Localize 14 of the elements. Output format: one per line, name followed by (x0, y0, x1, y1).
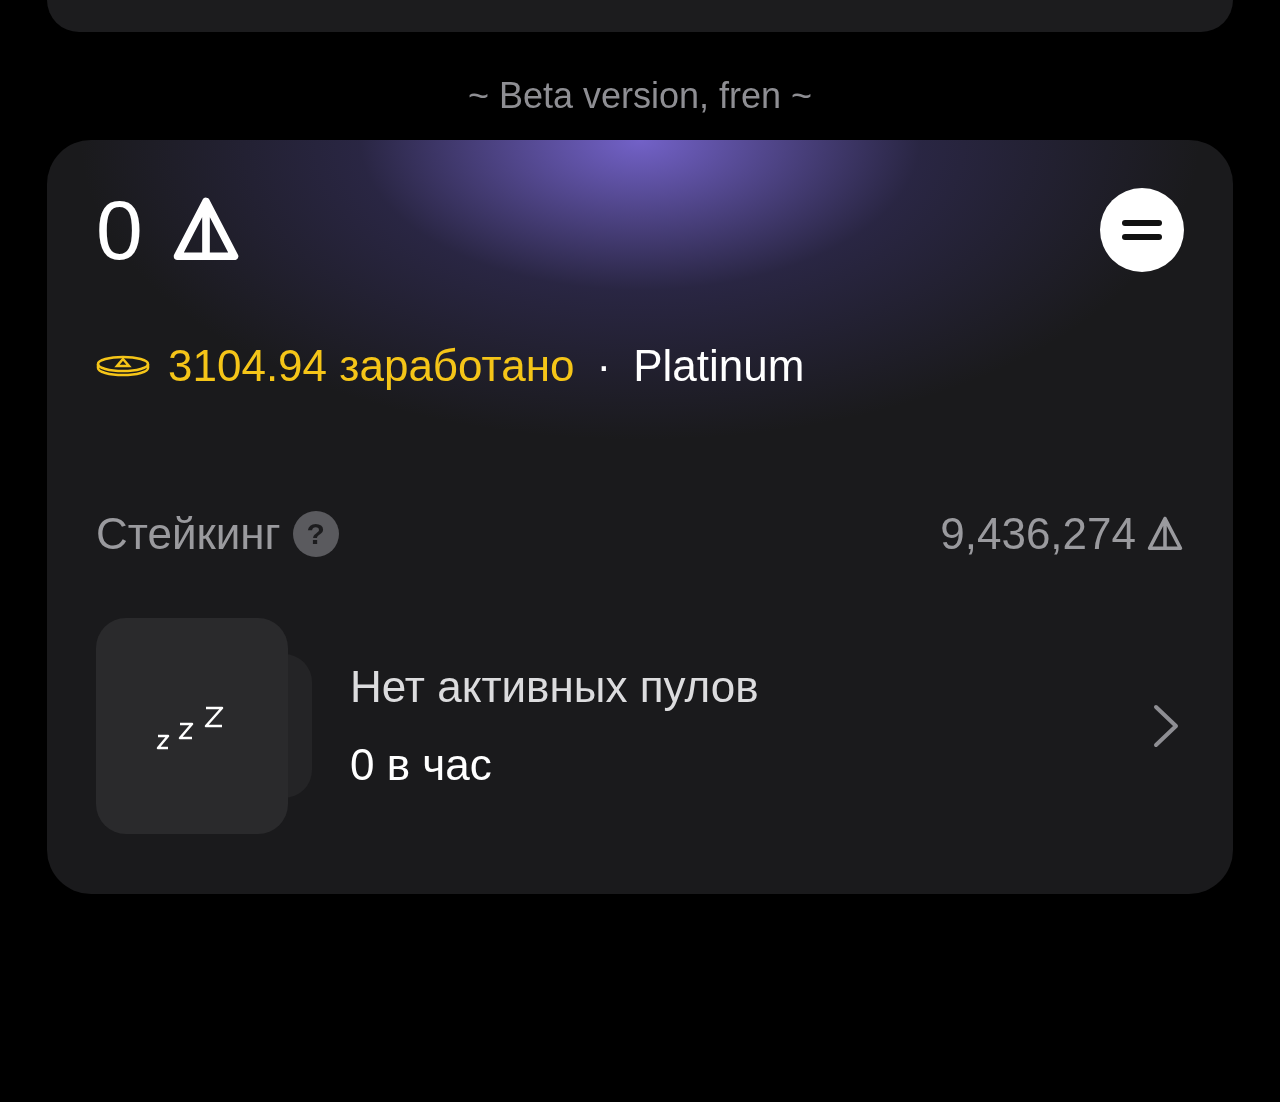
staking-total: 9,436,274 (940, 508, 1136, 560)
balance-amount: 0 (96, 185, 143, 275)
menu-icon (1122, 218, 1162, 242)
token-icon (1146, 515, 1184, 553)
earned-amount: 3104.94 заработано (168, 340, 575, 392)
chevron-right-icon (1152, 703, 1180, 749)
tier-label: Platinum (633, 340, 805, 392)
pool-row[interactable]: Нет активных пулов 0 в час (96, 618, 1184, 834)
beta-note: ~ Beta version, fren ~ (467, 74, 813, 118)
separator: · (596, 340, 612, 392)
pool-rate: 0 в час (350, 739, 493, 791)
pool-status: Нет активных пулов (350, 661, 760, 713)
coin-icon (96, 354, 150, 378)
staking-label: Стейкинг (96, 508, 281, 560)
